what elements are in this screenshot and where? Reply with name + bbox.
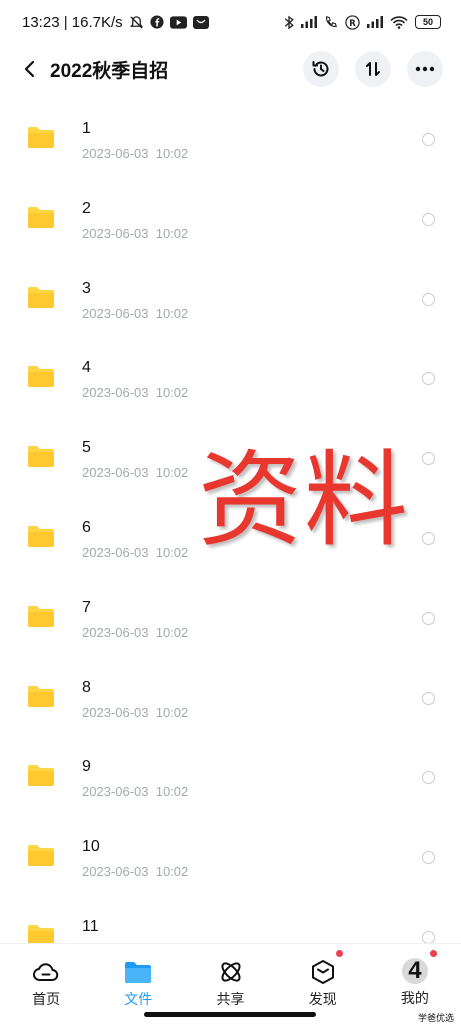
folder-icon xyxy=(28,126,54,153)
nav-home-label: 首页 xyxy=(32,991,61,1007)
wifi-calling-icon xyxy=(324,15,338,29)
file-date: 2023-06-03 10:02 xyxy=(82,864,189,880)
file-name: 5 xyxy=(82,439,91,457)
nav-mine-label: 我的 xyxy=(400,990,429,1006)
signal-icon-2 xyxy=(367,16,383,28)
battery-indicator: 50 xyxy=(415,15,441,29)
corner-logo: 学爸优选 xyxy=(418,1013,455,1023)
folder-icon xyxy=(28,685,54,712)
select-checkbox[interactable] xyxy=(422,212,435,226)
file-name: 10 xyxy=(82,838,100,856)
folder-icon xyxy=(28,844,54,871)
chevron-left-icon xyxy=(24,60,35,78)
file-date: 2023-06-03 10:02 xyxy=(82,784,189,800)
sort-button[interactable] xyxy=(355,51,391,87)
file-row[interactable]: 2 2023-06-03 10:02 xyxy=(0,178,461,258)
app-notification-icon xyxy=(192,15,209,29)
file-name: 1 xyxy=(82,120,91,137)
more-icon xyxy=(415,66,435,72)
file-row[interactable]: 8 2023-06-03 10:02 xyxy=(0,657,461,737)
file-date: 2023-06-03 10:02 xyxy=(82,704,189,720)
folder-icon xyxy=(28,924,54,943)
facebook-icon xyxy=(150,15,164,29)
file-name: 9 xyxy=(82,758,91,776)
wifi-icon xyxy=(390,15,408,29)
file-row[interactable]: 7 2023-06-03 10:02 xyxy=(0,577,461,657)
file-date: 2023-06-03 10:02 xyxy=(82,544,189,560)
file-list: 1 2023-06-03 10:02 2 2023-06-03 10:02 3 … xyxy=(0,98,461,943)
sort-icon xyxy=(366,62,380,76)
history-button[interactable] xyxy=(303,51,339,87)
cloud-home-icon xyxy=(32,958,60,986)
file-name: 7 xyxy=(82,598,91,616)
cube-discover-icon xyxy=(309,958,337,986)
file-name: 11 xyxy=(82,917,99,935)
page-title: 2022秋季自招 xyxy=(50,60,169,82)
folder-icon xyxy=(28,286,54,313)
avatar: 4 xyxy=(401,957,428,984)
folder-icon xyxy=(28,365,54,392)
select-checkbox[interactable] xyxy=(422,930,435,943)
folder-icon xyxy=(28,525,54,552)
discover-badge xyxy=(335,950,343,957)
file-date: 2023-06-03 10:02 xyxy=(82,225,189,241)
file-row[interactable]: 3 2023-06-03 10:02 xyxy=(0,258,461,338)
status-bar: 13:23 | 16.7K/s R 50 xyxy=(0,0,461,44)
header: 2022秋季自招 xyxy=(0,46,461,92)
history-icon xyxy=(312,61,329,77)
roaming-icon: R xyxy=(345,14,360,30)
nav-files-label: 文件 xyxy=(124,991,153,1007)
select-checkbox[interactable] xyxy=(422,133,435,146)
file-row[interactable]: 1 2023-06-03 10:02 xyxy=(0,98,461,178)
nav-home[interactable]: 首页 xyxy=(0,944,92,1024)
file-name: 6 xyxy=(82,518,91,536)
file-name: 3 xyxy=(82,279,91,297)
back-button[interactable] xyxy=(18,54,40,84)
file-row[interactable]: 6 2023-06-03 10:02 xyxy=(0,497,461,577)
file-name: 2 xyxy=(82,199,91,217)
youtube-icon xyxy=(169,15,187,29)
file-date: 2023-06-03 10:02 xyxy=(82,305,189,321)
folder-icon xyxy=(28,605,54,632)
mute-icon xyxy=(129,15,144,30)
folder-icon xyxy=(28,445,54,472)
select-checkbox[interactable] xyxy=(422,292,435,306)
file-row[interactable]: 11 xyxy=(0,896,461,943)
nav-discover-label: 发现 xyxy=(308,991,337,1007)
file-date: 2023-06-03 10:02 xyxy=(82,624,189,640)
file-row[interactable]: 4 2023-06-03 10:02 xyxy=(0,337,461,417)
bluetooth-icon xyxy=(284,15,294,30)
folder-icon xyxy=(28,764,54,791)
select-checkbox[interactable] xyxy=(422,691,435,705)
home-indicator[interactable] xyxy=(144,1012,316,1017)
atom-share-icon xyxy=(217,958,245,986)
folder-nav-icon xyxy=(124,958,152,986)
file-date: 2023-06-03 10:02 xyxy=(82,146,189,161)
file-row[interactable]: 5 2023-06-03 10:02 xyxy=(0,417,461,497)
signal-icon xyxy=(301,16,317,28)
more-button[interactable] xyxy=(407,51,443,87)
svg-text:R: R xyxy=(349,17,356,27)
file-date: 2023-06-03 10:02 xyxy=(82,465,189,481)
status-time: 13:23 | 16.7K/s xyxy=(22,13,123,31)
file-name: 4 xyxy=(82,359,91,377)
select-checkbox[interactable] xyxy=(422,372,435,386)
mine-badge xyxy=(429,950,437,957)
nav-share-label: 共享 xyxy=(216,991,245,1007)
select-checkbox[interactable] xyxy=(422,531,435,545)
file-row[interactable]: 9 2023-06-03 10:02 xyxy=(0,736,461,816)
file-name: 8 xyxy=(82,678,91,696)
file-row[interactable]: 10 2023-06-03 10:02 xyxy=(0,816,461,896)
select-checkbox[interactable] xyxy=(422,611,435,625)
select-checkbox[interactable] xyxy=(422,771,435,785)
select-checkbox[interactable] xyxy=(422,851,435,865)
folder-icon xyxy=(28,206,54,233)
file-date: 2023-06-03 10:02 xyxy=(82,385,189,401)
select-checkbox[interactable] xyxy=(422,452,435,466)
